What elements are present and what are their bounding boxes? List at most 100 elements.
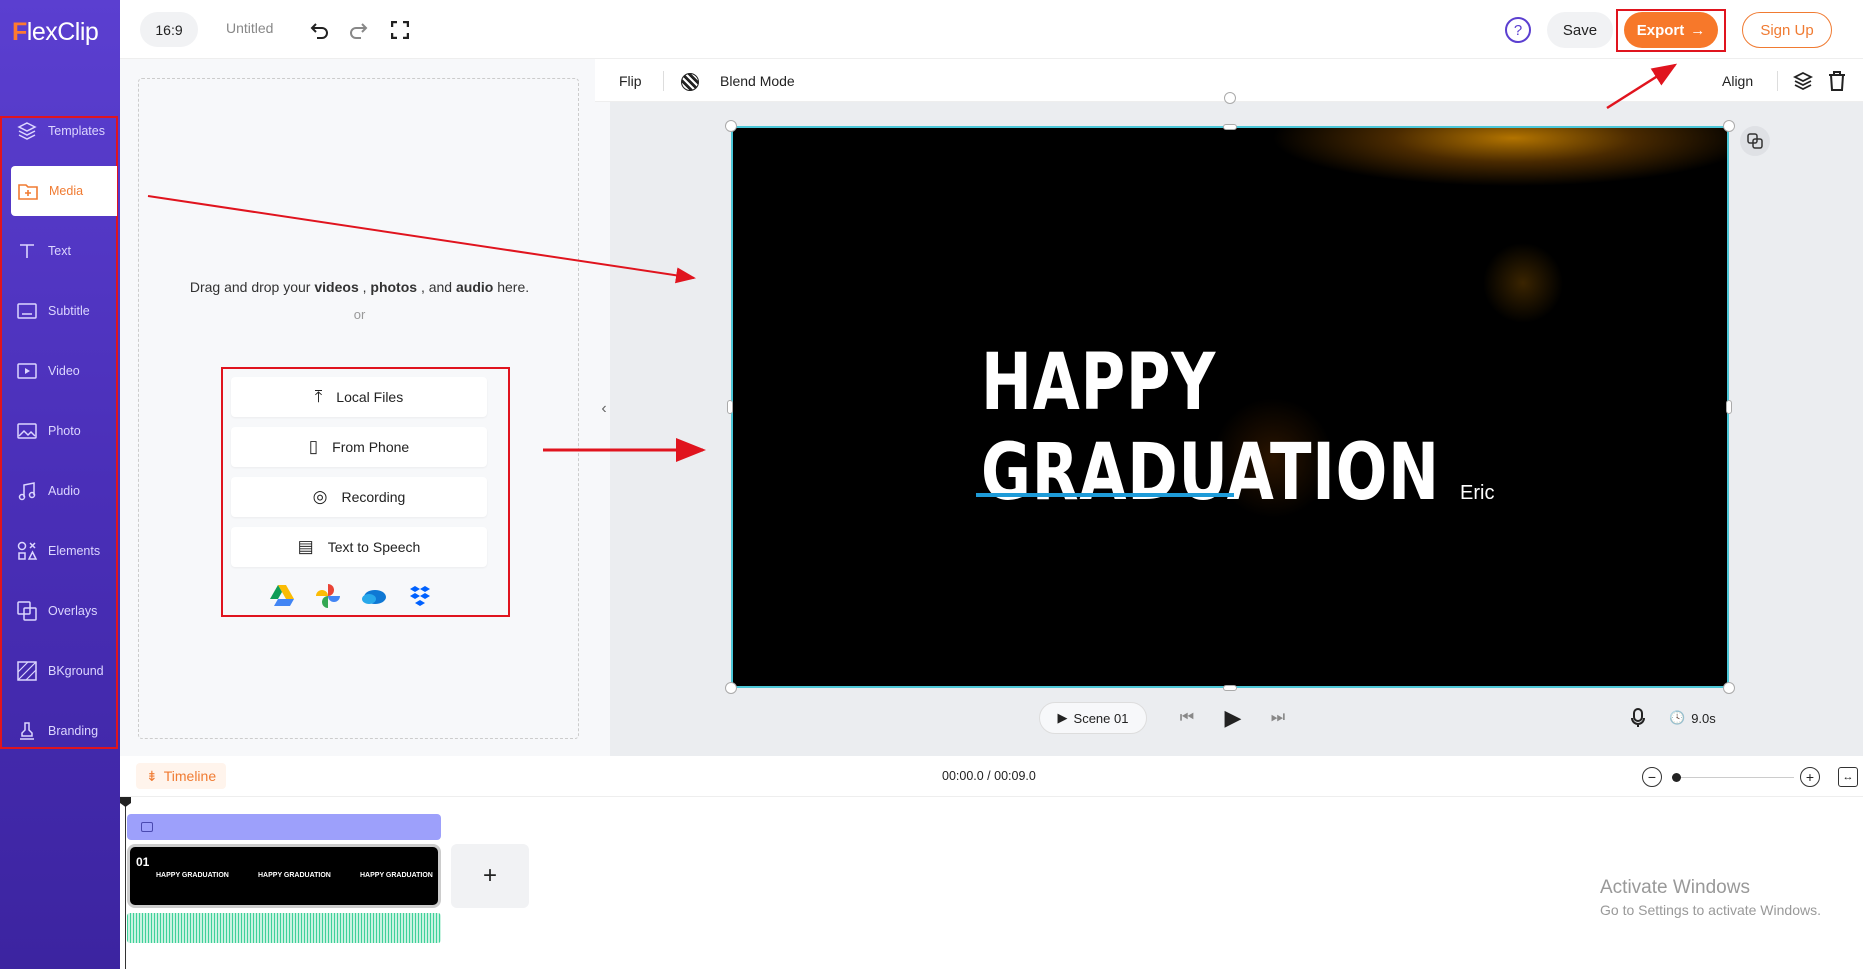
sidebar-item-label: Photo [48,424,81,438]
cloud-sources [269,583,433,609]
zoom-slider[interactable] [1672,777,1794,778]
source-local-files-button[interactable]: ⤒ Local Files [231,377,487,417]
blend-mode-button[interactable]: Blend Mode [720,73,795,89]
sidebar-item-media[interactable]: Media [11,166,117,216]
source-from-phone-button[interactable]: ▯ From Phone [231,427,487,467]
sidebar-item-label: Video [48,364,80,378]
undo-icon[interactable] [308,18,332,42]
record-icon: ◎ [312,487,328,506]
layers-icon[interactable] [1791,69,1815,93]
project-title[interactable]: Untitled [226,20,273,36]
thumb-text: HAPPY GRADUATION [156,872,229,879]
resize-handle[interactable] [1726,400,1732,414]
flexclip-logo[interactable]: FlexClip [12,18,99,47]
sidebar-item-overlays[interactable]: Overlays [0,586,118,636]
aspect-ratio-button[interactable]: 16:9 [140,12,198,47]
rotate-handle[interactable] [1224,92,1236,104]
shapes-icon [17,541,38,560]
zoom-slider-thumb[interactable] [1672,773,1681,782]
next-icon[interactable]: ⏭ [1265,705,1291,731]
google-drive-icon[interactable] [269,583,295,609]
video-track-icon [141,822,153,832]
dropbox-icon[interactable] [407,583,433,609]
sidebar-item-audio[interactable]: Audio [0,466,118,516]
arrow-right-icon: → [1690,21,1706,39]
help-icon[interactable]: ? [1505,17,1531,43]
sidebar-item-branding[interactable]: Branding [0,706,118,756]
sidebar-item-label: Overlays [48,604,98,618]
source-recording-button[interactable]: ◎ Recording [231,477,487,517]
sidebar-item-label: BKground [48,664,104,678]
scene-play-button[interactable]: ▶ Scene 01 [1039,702,1147,734]
audio-track-clip[interactable] [127,913,441,943]
duplicate-icon[interactable] [1740,126,1770,156]
sidebar-item-label: Subtitle [48,304,90,318]
sidebar: FlexClip Templates Media Text Subtitle Video… [0,0,120,969]
windows-watermark: Activate Windows [1600,877,1750,898]
name-text[interactable]: Eric [1460,482,1494,505]
play-icon: ▶ [1057,710,1068,725]
sign-up-button[interactable]: Sign Up [1742,12,1832,48]
sidebar-item-label: Audio [48,484,80,498]
resize-handle[interactable] [725,120,737,132]
zoom-out-icon[interactable]: − [1642,767,1662,787]
playhead[interactable] [125,797,126,969]
fullscreen-icon[interactable] [388,18,412,42]
phone-icon: ▯ [308,437,319,456]
resize-handle[interactable] [725,682,737,694]
photo-icon [17,423,37,439]
source-text-to-speech-button[interactable]: ▤ Text to Speech [231,527,487,567]
timeline-icon: ⇟ [146,767,158,784]
previous-icon[interactable]: ⏮ [1174,705,1200,731]
folder-plus-icon [18,184,38,200]
resize-handle[interactable] [1723,120,1735,132]
sidebar-item-label: Text [48,244,71,258]
resize-handle[interactable] [1723,682,1735,694]
blend-mode-icon[interactable] [681,73,699,91]
resize-handle[interactable] [727,400,733,414]
music-icon [18,482,36,501]
drop-instructions: Drag and drop your videos , photos , and… [189,279,530,295]
sidebar-item-video[interactable]: Video [0,346,118,396]
add-scene-button[interactable]: + [451,844,529,908]
thumb-text: HAPPY GRADUATION [258,872,331,879]
decorative-line[interactable] [976,493,1234,497]
flip-button[interactable]: Flip [619,73,642,89]
video-preview[interactable]: HAPPY GRADUATION Eric [731,126,1729,688]
sidebar-item-label: Media [49,184,84,198]
drop-zone[interactable]: Drag and drop your videos , photos , and… [138,78,579,739]
sidebar-item-label: Branding [48,724,99,738]
fit-timeline-icon[interactable]: ↔ [1838,767,1858,787]
sidebar-item-label: Elements [48,544,101,558]
google-photos-icon[interactable] [315,583,341,609]
export-button[interactable]: Export → [1624,12,1718,48]
resize-handle[interactable] [1223,124,1237,130]
sidebar-item-templates[interactable]: Templates [0,106,118,156]
playhead-handle[interactable] [120,797,131,807]
duration-display[interactable]: 🕓 9.0s [1669,705,1716,731]
scene-clip[interactable]: 01 HAPPY GRADUATION HAPPY GRADUATION HAP… [127,844,441,908]
windows-watermark-sub: Go to Settings to activate Windows. [1600,902,1821,918]
sidebar-item-photo[interactable]: Photo [0,406,118,456]
sidebar-item-bkground[interactable]: BKground [0,646,118,696]
sidebar-item-label: Templates [48,124,105,138]
microphone-icon[interactable] [1625,705,1651,731]
sidebar-item-elements[interactable]: Elements [0,526,118,576]
zoom-in-icon[interactable]: + [1800,767,1820,787]
source-label: Text to Speech [327,539,421,555]
speech-icon: ▤ [297,537,314,556]
sidebar-item-text[interactable]: Text [0,226,118,276]
top-bar: 16:9 Untitled ? Save Export → Sign Up [120,0,1863,59]
onedrive-icon[interactable] [361,583,387,609]
overlay-track-clip[interactable] [127,814,441,840]
resize-handle[interactable] [1223,685,1237,691]
align-button[interactable]: Align [1722,73,1753,89]
collapse-panel-icon[interactable]: ‹ [595,392,613,426]
play-icon[interactable]: ▶ [1217,702,1249,734]
trash-icon[interactable] [1825,69,1849,93]
sidebar-item-subtitle[interactable]: Subtitle [0,286,118,336]
headline-text[interactable]: HAPPY GRADUATION [788,338,1566,518]
redo-icon[interactable] [346,18,370,42]
timeline-button[interactable]: ⇟ Timeline [136,763,227,789]
save-button[interactable]: Save [1547,12,1613,48]
